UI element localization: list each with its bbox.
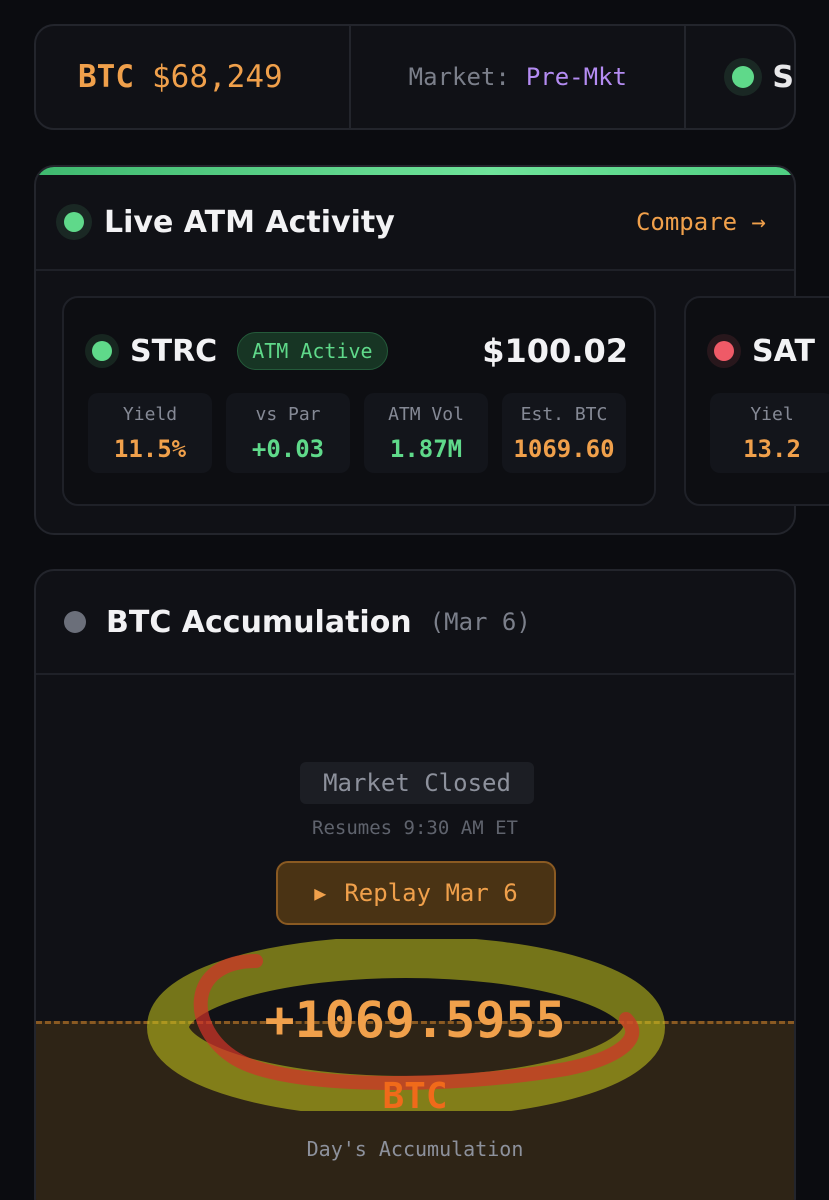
stat-value: 1.87M <box>389 434 463 463</box>
replay-button[interactable]: ▶ Replay Mar 6 <box>276 861 556 925</box>
btc-price: $68,249 <box>152 59 283 95</box>
stat-label: vs Par <box>255 403 321 425</box>
stat-label: Yiel <box>750 403 794 425</box>
accumulation-unit: BTC <box>382 1076 448 1117</box>
tile-header: STRC ATM Active $100.02 <box>64 326 654 376</box>
atm-tile-strc[interactable]: STRC ATM Active $100.02 Yield 11.5% vs P… <box>62 296 656 506</box>
atm-tile-sat[interactable]: SAT Yiel 13.2 <box>684 296 829 506</box>
tile-stats: Yield 11.5% vs Par +0.03 ATM Vol 1.87M E… <box>88 393 626 473</box>
market-value: Pre-Mkt <box>525 63 627 91</box>
btc-price-cell: BTC $68,249 <box>36 26 352 128</box>
tile-stats: Yiel 13.2 <box>710 393 829 473</box>
atm-header: Live ATM Activity Compare → <box>36 175 794 271</box>
market-status-cell: Market: Pre-Mkt <box>351 26 687 128</box>
inactive-dot-icon <box>64 611 86 633</box>
stat-label: Yield <box>122 403 178 425</box>
accumulation-date: (Mar 6) <box>429 608 531 636</box>
stat-value: +0.03 <box>251 434 325 463</box>
stat-yield: Yield 11.5% <box>88 393 212 473</box>
status-cell: S <box>686 26 794 128</box>
market-closed-badge: Market Closed <box>300 762 534 804</box>
tile-symbol: SAT <box>752 333 815 369</box>
tile-symbol: STRC <box>130 333 218 369</box>
compare-link[interactable]: Compare → <box>636 208 766 236</box>
accumulation-header: BTC Accumulation (Mar 6) <box>36 571 794 675</box>
market-label: Market: <box>408 63 510 91</box>
accumulation-title: BTC Accumulation <box>106 604 412 640</box>
tile-price: $100.02 <box>482 332 628 370</box>
live-dot-icon <box>64 212 84 232</box>
ticker-bar: BTC $68,249 Market: Pre-Mkt S <box>34 24 796 130</box>
status-cell-text: S <box>772 59 794 95</box>
stat-label: Est. BTC <box>520 403 608 425</box>
status-dot-icon <box>92 341 112 361</box>
stat-atm-vol: ATM Vol 1.87M <box>364 393 488 473</box>
card-accent-bar <box>36 167 794 175</box>
stat-yield: Yiel 13.2 <box>710 393 829 473</box>
resumes-text: Resumes 9:30 AM ET <box>312 817 518 839</box>
stat-vs-par: vs Par +0.03 <box>226 393 350 473</box>
stat-value: 13.2 <box>743 434 801 463</box>
atm-active-badge: ATM Active <box>237 332 388 370</box>
accumulation-caption: Day's Accumulation <box>306 1137 524 1161</box>
play-icon: ▶ <box>314 881 327 905</box>
status-dot-icon <box>714 341 734 361</box>
accumulation-total: +1069.5955 <box>264 991 566 1049</box>
tile-header: SAT <box>686 326 829 376</box>
atm-title: Live ATM Activity <box>104 204 395 240</box>
stat-value: 11.5% <box>113 434 187 463</box>
stat-value: 1069.60 <box>513 434 615 463</box>
replay-label: Replay Mar 6 <box>344 879 518 907</box>
stat-label: ATM Vol <box>388 403 464 425</box>
stat-est-btc: Est. BTC 1069.60 <box>502 393 626 473</box>
btc-accumulation-card: BTC Accumulation (Mar 6) Market Closed R… <box>34 569 796 1200</box>
status-dot-icon <box>732 66 755 88</box>
btc-symbol: BTC <box>78 59 134 95</box>
